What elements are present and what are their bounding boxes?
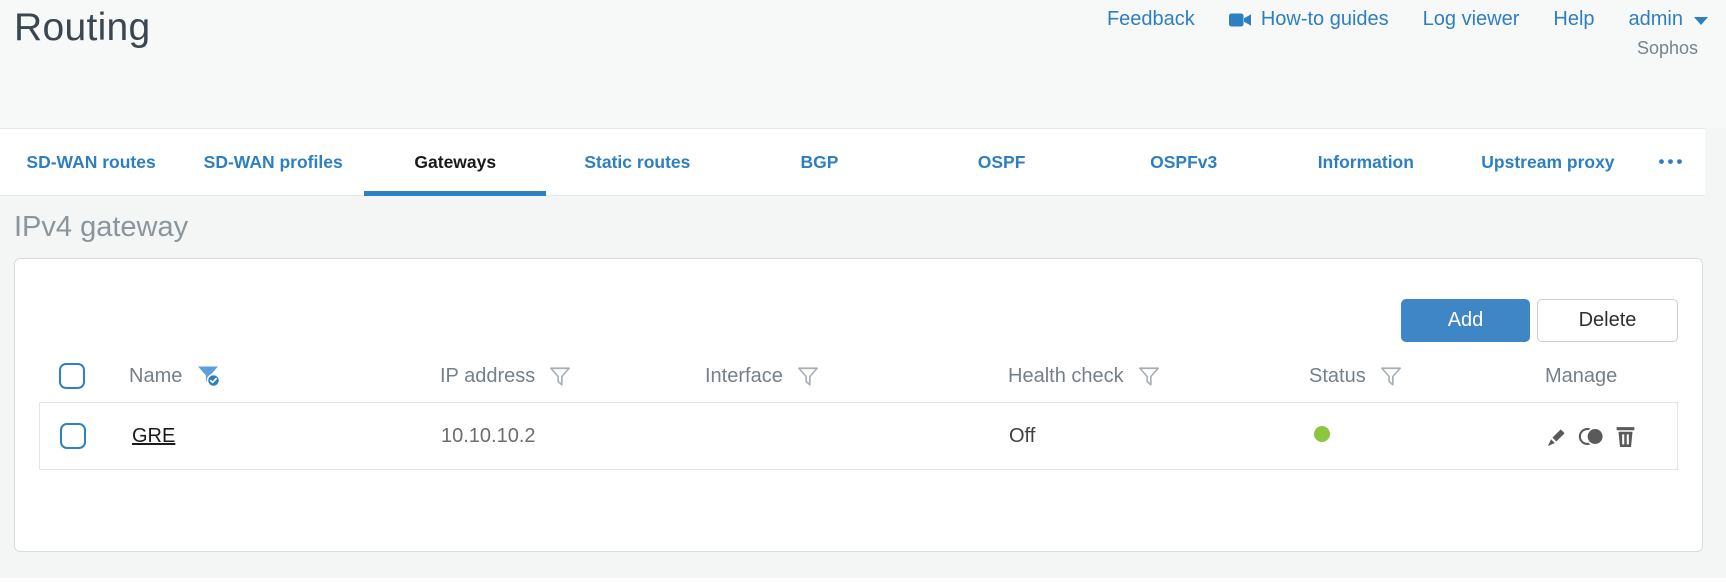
- ip-address-value: 10.10.10.2: [441, 424, 536, 447]
- filter-icon[interactable]: [1380, 366, 1402, 387]
- tab-information[interactable]: Information: [1275, 129, 1457, 195]
- manage-actions: [1546, 425, 1677, 448]
- add-button[interactable]: Add: [1401, 299, 1530, 342]
- clone-icon[interactable]: [1578, 426, 1606, 447]
- tab-ospfv3[interactable]: OSPFv3: [1093, 129, 1275, 195]
- tab-static-routes[interactable]: Static routes: [546, 129, 728, 195]
- gateway-name-link[interactable]: GRE: [132, 425, 175, 447]
- caret-down-icon: [1694, 17, 1708, 25]
- column-header-name: Name: [129, 364, 183, 387]
- ipv4-gateway-card: Add Delete Name IP address Interface Hea…: [14, 258, 1703, 552]
- admin-menu[interactable]: admin: [1629, 8, 1708, 31]
- bottom-strip: [0, 578, 1726, 588]
- table-toolbar: Add Delete: [39, 259, 1678, 342]
- health-check-value: Off: [1009, 424, 1036, 447]
- filter-active-icon[interactable]: [196, 365, 221, 388]
- howto-guides-link[interactable]: How-to guides: [1228, 8, 1389, 31]
- column-header-status: Status: [1309, 364, 1366, 387]
- tab-overflow-button[interactable]: •••: [1639, 129, 1705, 195]
- tab-upstream-proxy[interactable]: Upstream proxy: [1457, 129, 1639, 195]
- brand-label: Sophos: [1636, 38, 1698, 58]
- row-checkbox[interactable]: [60, 423, 86, 449]
- filter-icon[interactable]: [549, 366, 571, 387]
- howto-guides-label: How-to guides: [1260, 8, 1389, 30]
- tab-gateways[interactable]: Gateways: [364, 129, 547, 196]
- feedback-link[interactable]: Feedback: [1107, 8, 1195, 31]
- tab-bar: SD-WAN routes SD-WAN profiles Gateways S…: [0, 128, 1705, 196]
- top-nav: Feedback How-to guides Log viewer Help a…: [1107, 8, 1708, 59]
- admin-menu-label: admin: [1628, 8, 1683, 30]
- tab-sd-wan-profiles[interactable]: SD-WAN profiles: [182, 129, 364, 195]
- select-all-checkbox[interactable]: [59, 363, 85, 389]
- status-dot: [1314, 425, 1330, 442]
- edit-pencil-icon[interactable]: [1546, 425, 1569, 448]
- log-viewer-link[interactable]: Log viewer: [1423, 8, 1520, 31]
- filter-icon[interactable]: [797, 366, 819, 387]
- column-header-interface: Interface: [705, 364, 783, 387]
- delete-trash-icon[interactable]: [1615, 425, 1636, 448]
- tab-bgp[interactable]: BGP: [728, 129, 910, 195]
- routing-page: Routing Feedback How-to guides Log viewe…: [0, 0, 1726, 588]
- help-link[interactable]: Help: [1553, 8, 1594, 31]
- delete-button[interactable]: Delete: [1537, 299, 1678, 342]
- column-header-manage: Manage: [1545, 364, 1618, 387]
- column-header-health-check: Health check: [1008, 364, 1124, 387]
- tab-sd-wan-routes[interactable]: SD-WAN routes: [0, 129, 182, 195]
- table-header: Name IP address Interface Health check S…: [39, 350, 1678, 402]
- filter-icon[interactable]: [1138, 366, 1160, 387]
- tab-ospf[interactable]: OSPF: [911, 129, 1093, 195]
- table-row: GRE 10.10.10.2 Off: [39, 402, 1678, 470]
- section-heading: IPv4 gateway: [14, 211, 189, 243]
- column-header-ip-address: IP address: [440, 364, 536, 387]
- video-camera-icon: [1228, 12, 1252, 28]
- page-header: Routing Feedback How-to guides Log viewe…: [0, 0, 1726, 128]
